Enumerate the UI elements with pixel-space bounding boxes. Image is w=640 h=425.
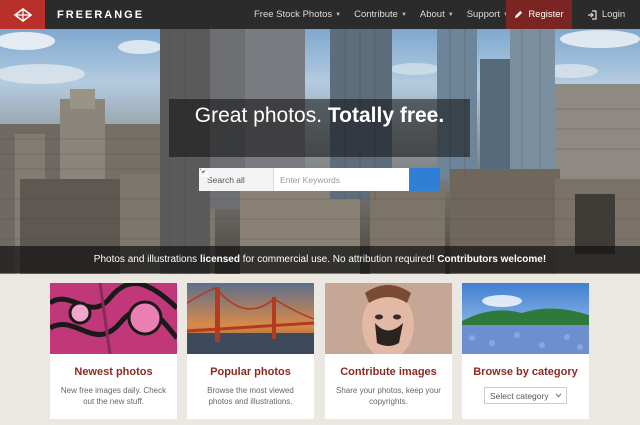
search-button[interactable] [199, 168, 440, 191]
card-title[interactable]: Browse by category [462, 366, 589, 378]
search-input[interactable] [274, 168, 409, 191]
menu-contribute[interactable]: Contribute ▼ [354, 9, 407, 20]
card-title[interactable]: Newest photos [50, 366, 177, 378]
menu-about[interactable]: About ▼ [420, 9, 454, 20]
caret-down-icon: ▼ [447, 11, 454, 18]
search-category-select[interactable]: Search all [199, 168, 274, 191]
category-select[interactable]: Select category [484, 387, 567, 404]
headline-regular: Great photos. [194, 104, 323, 127]
hero-banner: Great photos. Totally free. Search all [0, 29, 640, 274]
card-popular-photos[interactable]: Popular photos Browse the most viewed ph… [187, 283, 314, 419]
login-label: Login [601, 9, 626, 20]
login-icon [587, 9, 597, 20]
tagline-text: Photos and illustrations licensed for co… [94, 254, 546, 265]
search-bar: Search all [199, 168, 440, 191]
card-contribute-images[interactable]: Contribute images Share your photos, kee… [325, 283, 452, 419]
pencil-icon [515, 10, 523, 19]
menu-label: Support [466, 9, 500, 20]
caret-down-icon: ▼ [335, 11, 342, 18]
card-description: Browse the most viewed photos and illust… [207, 386, 294, 406]
menu-free-stock-photos[interactable]: Free Stock Photos ▼ [254, 9, 341, 20]
card-description: New free images daily. Check out the new… [60, 386, 167, 406]
menu-label: Free Stock Photos [254, 9, 333, 20]
hero-headline: Great photos. Totally free. [169, 104, 470, 128]
menu-support[interactable]: Support▼ [467, 9, 509, 20]
search-category-label: Search all [207, 174, 245, 185]
tagline-bar: Photos and illustrations licensed for co… [0, 246, 640, 273]
popular-photos-thumbnail[interactable] [187, 283, 314, 354]
card-browse-by-category[interactable]: Browse by category Select category [462, 283, 589, 419]
headline-box: Great photos. Totally free. [169, 99, 470, 157]
headline-bold: Totally free. [327, 104, 445, 127]
contribute-images-thumbnail[interactable] [325, 283, 452, 354]
register-label: Register [528, 9, 564, 20]
login-button[interactable]: Login [572, 0, 640, 29]
logo[interactable] [0, 0, 45, 29]
category-select-label: Select category [490, 390, 549, 401]
search-icon [199, 168, 210, 179]
chevron-down-icon [555, 393, 562, 398]
caret-down-icon: ▼ [400, 11, 407, 18]
menu-label: About [419, 9, 445, 20]
register-button[interactable]: Register [506, 0, 572, 29]
tagline-part: Photos and illustrations [93, 254, 200, 265]
top-nav: FREERANGE Free Stock Photos ▼ Contribute ▼… [0, 0, 640, 29]
browse-category-thumbnail[interactable] [462, 283, 589, 354]
menu-label: Contribute [354, 9, 398, 20]
logo-icon [13, 7, 32, 22]
card-description: Share your photos, keep your copyrights. [336, 386, 441, 406]
card-title[interactable]: Contribute images [325, 366, 452, 378]
main-menu: Free Stock Photos ▼ Contribute ▼ About ▼ Su… [254, 0, 522, 29]
tagline-part: for commercial use. No attribution requi… [239, 254, 438, 265]
tagline-bold: Contributors welcome! [437, 254, 547, 265]
brand-name[interactable]: FREERANGE [57, 9, 144, 21]
card-title[interactable]: Popular photos [187, 366, 314, 378]
card-newest-photos[interactable]: Newest photos New free images daily. Che… [50, 283, 177, 419]
tagline-bold: licensed [199, 254, 240, 265]
newest-photos-thumbnail[interactable] [50, 283, 177, 354]
